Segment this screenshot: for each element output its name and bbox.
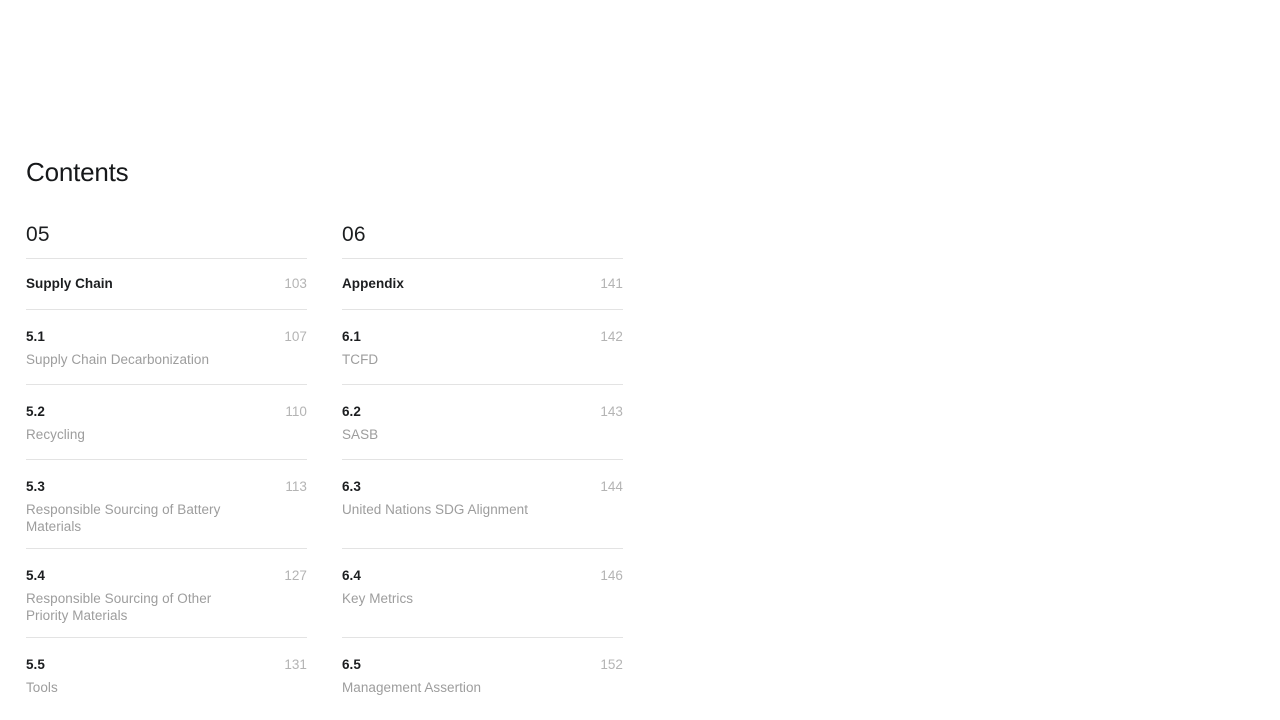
toc-entry-section[interactable]: Supply Chain 103 xyxy=(26,259,307,309)
toc-entry-page-number: 107 xyxy=(284,329,307,344)
toc-entry-description: Recycling xyxy=(26,427,85,442)
toc-entry-page-number: 144 xyxy=(600,479,623,494)
toc-entry-label: Supply Chain xyxy=(26,276,113,291)
toc-entry-page-number: 131 xyxy=(284,657,307,672)
toc-entry-5-3[interactable]: 5.3 113 Responsible Sourcing of Battery … xyxy=(26,460,307,548)
toc-entry-description: Supply Chain Decarbonization xyxy=(26,352,210,367)
toc-entry-6-3[interactable]: 6.3 144 United Nations SDG Alignment xyxy=(342,460,623,548)
toc-entry-description: Responsible Sourcing of Battery Material… xyxy=(26,502,221,534)
toc-entry-label: 6.5 xyxy=(342,657,361,672)
toc-column-06: 06 Appendix 141 6.1 142 TCFD 6.2 143 SAS… xyxy=(342,222,623,708)
toc-entry-6-1[interactable]: 6.1 142 TCFD xyxy=(342,310,623,384)
toc-entry-6-5[interactable]: 6.5 152 Management Assertion xyxy=(342,638,623,708)
toc-entry-5-1[interactable]: 5.1 107 Supply Chain Decarbonization xyxy=(26,310,307,384)
toc-entry-page-number: 141 xyxy=(600,276,623,291)
toc-entry-page-number: 152 xyxy=(600,657,623,672)
toc-entry-5-4[interactable]: 5.4 127 Responsible Sourcing of Other Pr… xyxy=(26,549,307,637)
toc-entry-description: TCFD xyxy=(342,352,379,367)
toc-entry-label: 5.1 xyxy=(26,329,45,344)
toc-entry-page-number: 143 xyxy=(600,404,623,419)
toc-entry-6-4[interactable]: 6.4 146 Key Metrics xyxy=(342,549,623,637)
toc-entry-label: 6.2 xyxy=(342,404,361,419)
toc-entry-6-2[interactable]: 6.2 143 SASB xyxy=(342,385,623,459)
toc-entry-page-number: 146 xyxy=(600,568,623,583)
table-of-contents: 05 Supply Chain 103 5.1 107 Supply Chain… xyxy=(26,222,626,708)
toc-entry-label: 5.2 xyxy=(26,404,45,419)
toc-entry-label: 5.4 xyxy=(26,568,45,583)
page-title: Contents xyxy=(26,157,129,188)
section-number-05: 05 xyxy=(26,223,50,246)
toc-entry-page-number: 110 xyxy=(285,404,307,419)
toc-entry-description: Tools xyxy=(26,680,58,695)
section-number-06: 06 xyxy=(342,223,366,246)
toc-entry-description: United Nations SDG Alignment xyxy=(342,502,528,517)
contents-page: Contents 05 Supply Chain 103 5.1 107 Sup… xyxy=(0,0,1280,720)
toc-entry-page-number: 127 xyxy=(284,568,307,583)
toc-entry-description: Key Metrics xyxy=(342,591,414,606)
toc-entry-label: Appendix xyxy=(342,276,404,291)
toc-entry-label: 6.4 xyxy=(342,568,361,583)
toc-entry-5-2[interactable]: 5.2 110 Recycling xyxy=(26,385,307,459)
toc-column-05: 05 Supply Chain 103 5.1 107 Supply Chain… xyxy=(26,222,307,708)
toc-entry-5-5[interactable]: 5.5 131 Tools xyxy=(26,638,307,708)
toc-entry-label: 5.3 xyxy=(26,479,45,494)
toc-entry-page-number: 142 xyxy=(600,329,623,344)
toc-entry-description: Responsible Sourcing of Other Priority M… xyxy=(26,591,212,623)
toc-entry-label: 6.3 xyxy=(342,479,361,494)
toc-entry-label: 6.1 xyxy=(342,329,361,344)
toc-entry-page-number: 103 xyxy=(284,276,307,291)
toc-entry-page-number: 113 xyxy=(285,479,307,494)
toc-entry-description: Management Assertion xyxy=(342,680,482,695)
toc-entry-label: 5.5 xyxy=(26,657,45,672)
toc-entry-section[interactable]: Appendix 141 xyxy=(342,259,623,309)
toc-entry-description: SASB xyxy=(342,427,379,442)
